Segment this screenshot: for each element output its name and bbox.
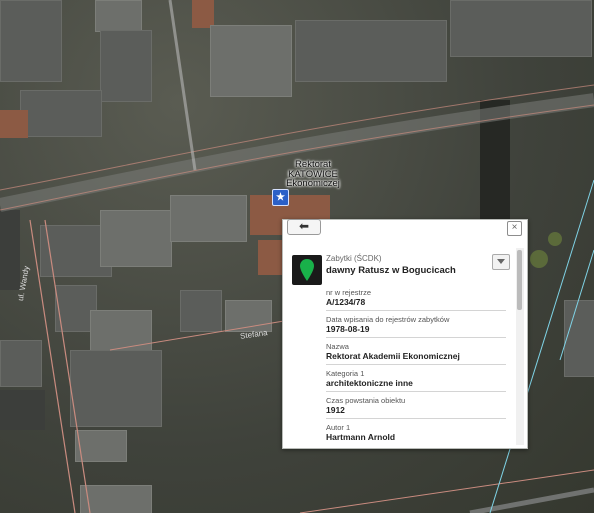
popup-category: Zabytki (ŚCDK)	[326, 254, 382, 263]
field-label: Autor 1	[326, 423, 351, 432]
field-value: 1978-08-19	[326, 324, 370, 334]
field-label: Czas powstania obiektu	[326, 396, 406, 405]
divider	[326, 364, 506, 365]
rail-track	[469, 487, 594, 513]
field-build-time: Czas powstania obiektu 1912	[326, 396, 506, 415]
field-name: Nazwa Rektorat Akademii Ekonomicznej	[326, 342, 506, 361]
street-line	[44, 219, 91, 513]
road-edge	[0, 104, 594, 211]
street-line	[29, 219, 76, 513]
field-registry-date: Data wpisania do rejestrów zabytków 1978…	[326, 315, 506, 334]
field-label: Kategoria 1	[326, 369, 365, 378]
divider	[326, 337, 506, 338]
field-value: Rektorat Akademii Ekonomicznej	[326, 351, 460, 361]
road	[168, 0, 197, 171]
map-pin-icon	[292, 255, 322, 285]
divider	[326, 310, 506, 311]
rail-line	[299, 469, 594, 513]
boundary-line	[559, 249, 594, 361]
poi-icon[interactable]: ★	[272, 189, 289, 206]
field-label: Nazwa	[326, 342, 349, 351]
close-icon[interactable]: ×	[507, 221, 522, 236]
rail-corridor	[0, 93, 594, 212]
field-value: architektoniczne inne	[326, 378, 413, 388]
marker-label-line: Ekonomiczej	[286, 178, 340, 189]
divider	[326, 418, 506, 419]
field-value: 1912	[326, 405, 345, 415]
back-arrow-icon[interactable]: ⬅	[287, 219, 321, 235]
field-registry-number: nr w rejestrze A/1234/78	[326, 288, 506, 307]
field-value: A/1234/78	[326, 297, 366, 307]
field-label: Data wpisania do rejestrów zabytków	[326, 315, 450, 324]
divider	[326, 391, 506, 392]
field-category: Kategoria 1 architektoniczne inne	[326, 369, 506, 388]
scrollbar-thumb[interactable]	[517, 250, 522, 310]
chevron-down-icon[interactable]	[492, 254, 510, 270]
marker-label[interactable]: Rektorat KATOWICE Ekonomiczej	[278, 160, 348, 189]
map-pin-svg	[300, 259, 314, 281]
field-value: Hartmann Arnold	[326, 432, 396, 442]
field-author: Autor 1 Hartmann Arnold	[326, 423, 506, 442]
popup-title: dawny Ratusz w Bogucicach	[326, 265, 456, 276]
field-label: nr w rejestrze	[326, 288, 372, 297]
